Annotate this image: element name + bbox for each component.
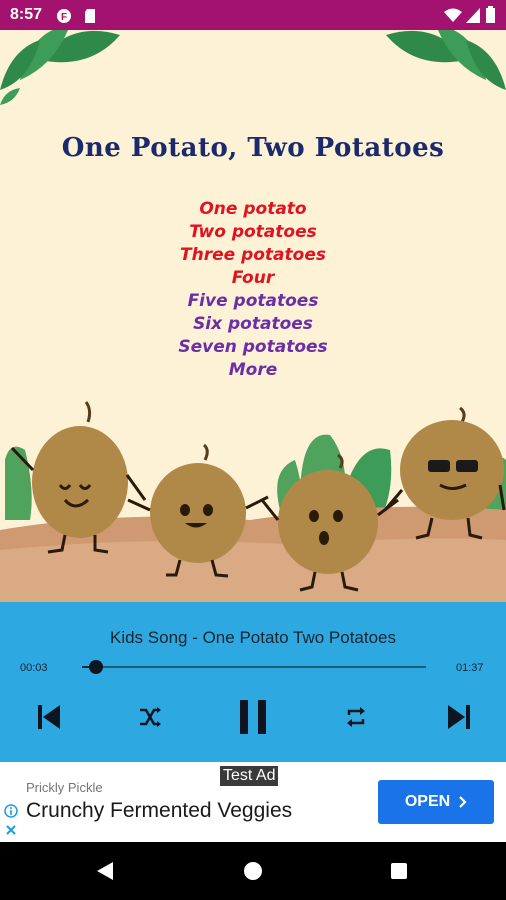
album-artwork: One Potato, Two Potatoes One potato Two … — [0, 30, 506, 602]
lyric-line: Four — [231, 268, 275, 288]
recents-button[interactable] — [384, 856, 414, 886]
duration-time: 01:37 — [456, 662, 484, 674]
song-title: Kids Song - One Potato Two Potatoes — [109, 628, 397, 647]
artwork-title: One Potato, Two Potatoes — [61, 133, 445, 163]
pause-icon — [240, 700, 266, 734]
signal-icon — [466, 8, 480, 23]
next-button[interactable] — [440, 697, 480, 737]
ad-open-button[interactable]: OPEN — [378, 780, 494, 824]
player-panel: Kids Song - One Potato Two Potatoes 00:0… — [0, 602, 506, 762]
seek-bar[interactable] — [82, 660, 426, 674]
lyric-line: Five potatoes — [187, 291, 319, 311]
home-icon — [244, 862, 262, 880]
shuffle-button[interactable] — [130, 697, 170, 737]
wifi-icon — [444, 8, 462, 22]
ad-headline[interactable]: Crunchy Fermented Veggies — [26, 799, 292, 823]
chevron-right-icon — [459, 796, 467, 808]
pause-button[interactable] — [233, 697, 273, 737]
status-time: 8:57 — [10, 6, 43, 23]
test-ad-badge: Test Ad — [220, 766, 279, 786]
svg-text:F: F — [61, 12, 67, 23]
system-nav-bar — [0, 842, 506, 900]
app-notification-icon: F — [57, 9, 71, 23]
previous-icon — [38, 705, 60, 729]
lyric-line: Six potatoes — [193, 314, 313, 334]
back-button[interactable] — [90, 856, 120, 886]
next-icon — [448, 705, 470, 729]
lyric-line: Three potatoes — [180, 245, 326, 265]
seek-thumb[interactable] — [88, 660, 103, 674]
home-button[interactable] — [238, 856, 268, 886]
battery-icon — [486, 6, 495, 23]
lyric-line: More — [228, 360, 278, 380]
repeat-button[interactable] — [336, 697, 376, 737]
shuffle-icon — [140, 707, 161, 727]
lyric-line: Seven potatoes — [178, 337, 328, 357]
close-icon[interactable] — [5, 824, 17, 836]
status-bar: 8:57 F — [0, 0, 506, 30]
elapsed-time: 00:03 — [20, 662, 48, 674]
repeat-icon — [347, 707, 365, 727]
ad-open-label: OPEN — [404, 793, 451, 810]
ad-advertiser: Prickly Pickle — [26, 780, 103, 795]
sd-card-icon — [85, 9, 95, 23]
previous-button[interactable] — [28, 697, 68, 737]
back-icon — [97, 862, 113, 880]
recents-icon — [391, 863, 407, 879]
lyrics-block: One potato Two potatoes Three potatoes F… — [0, 198, 506, 382]
lyric-line: Two potatoes — [189, 222, 317, 242]
lyric-line: One potato — [199, 199, 307, 219]
ad-banner[interactable]: Test Ad Prickly Pickle Crunchy Fermented… — [0, 762, 506, 842]
info-icon[interactable] — [4, 804, 18, 818]
